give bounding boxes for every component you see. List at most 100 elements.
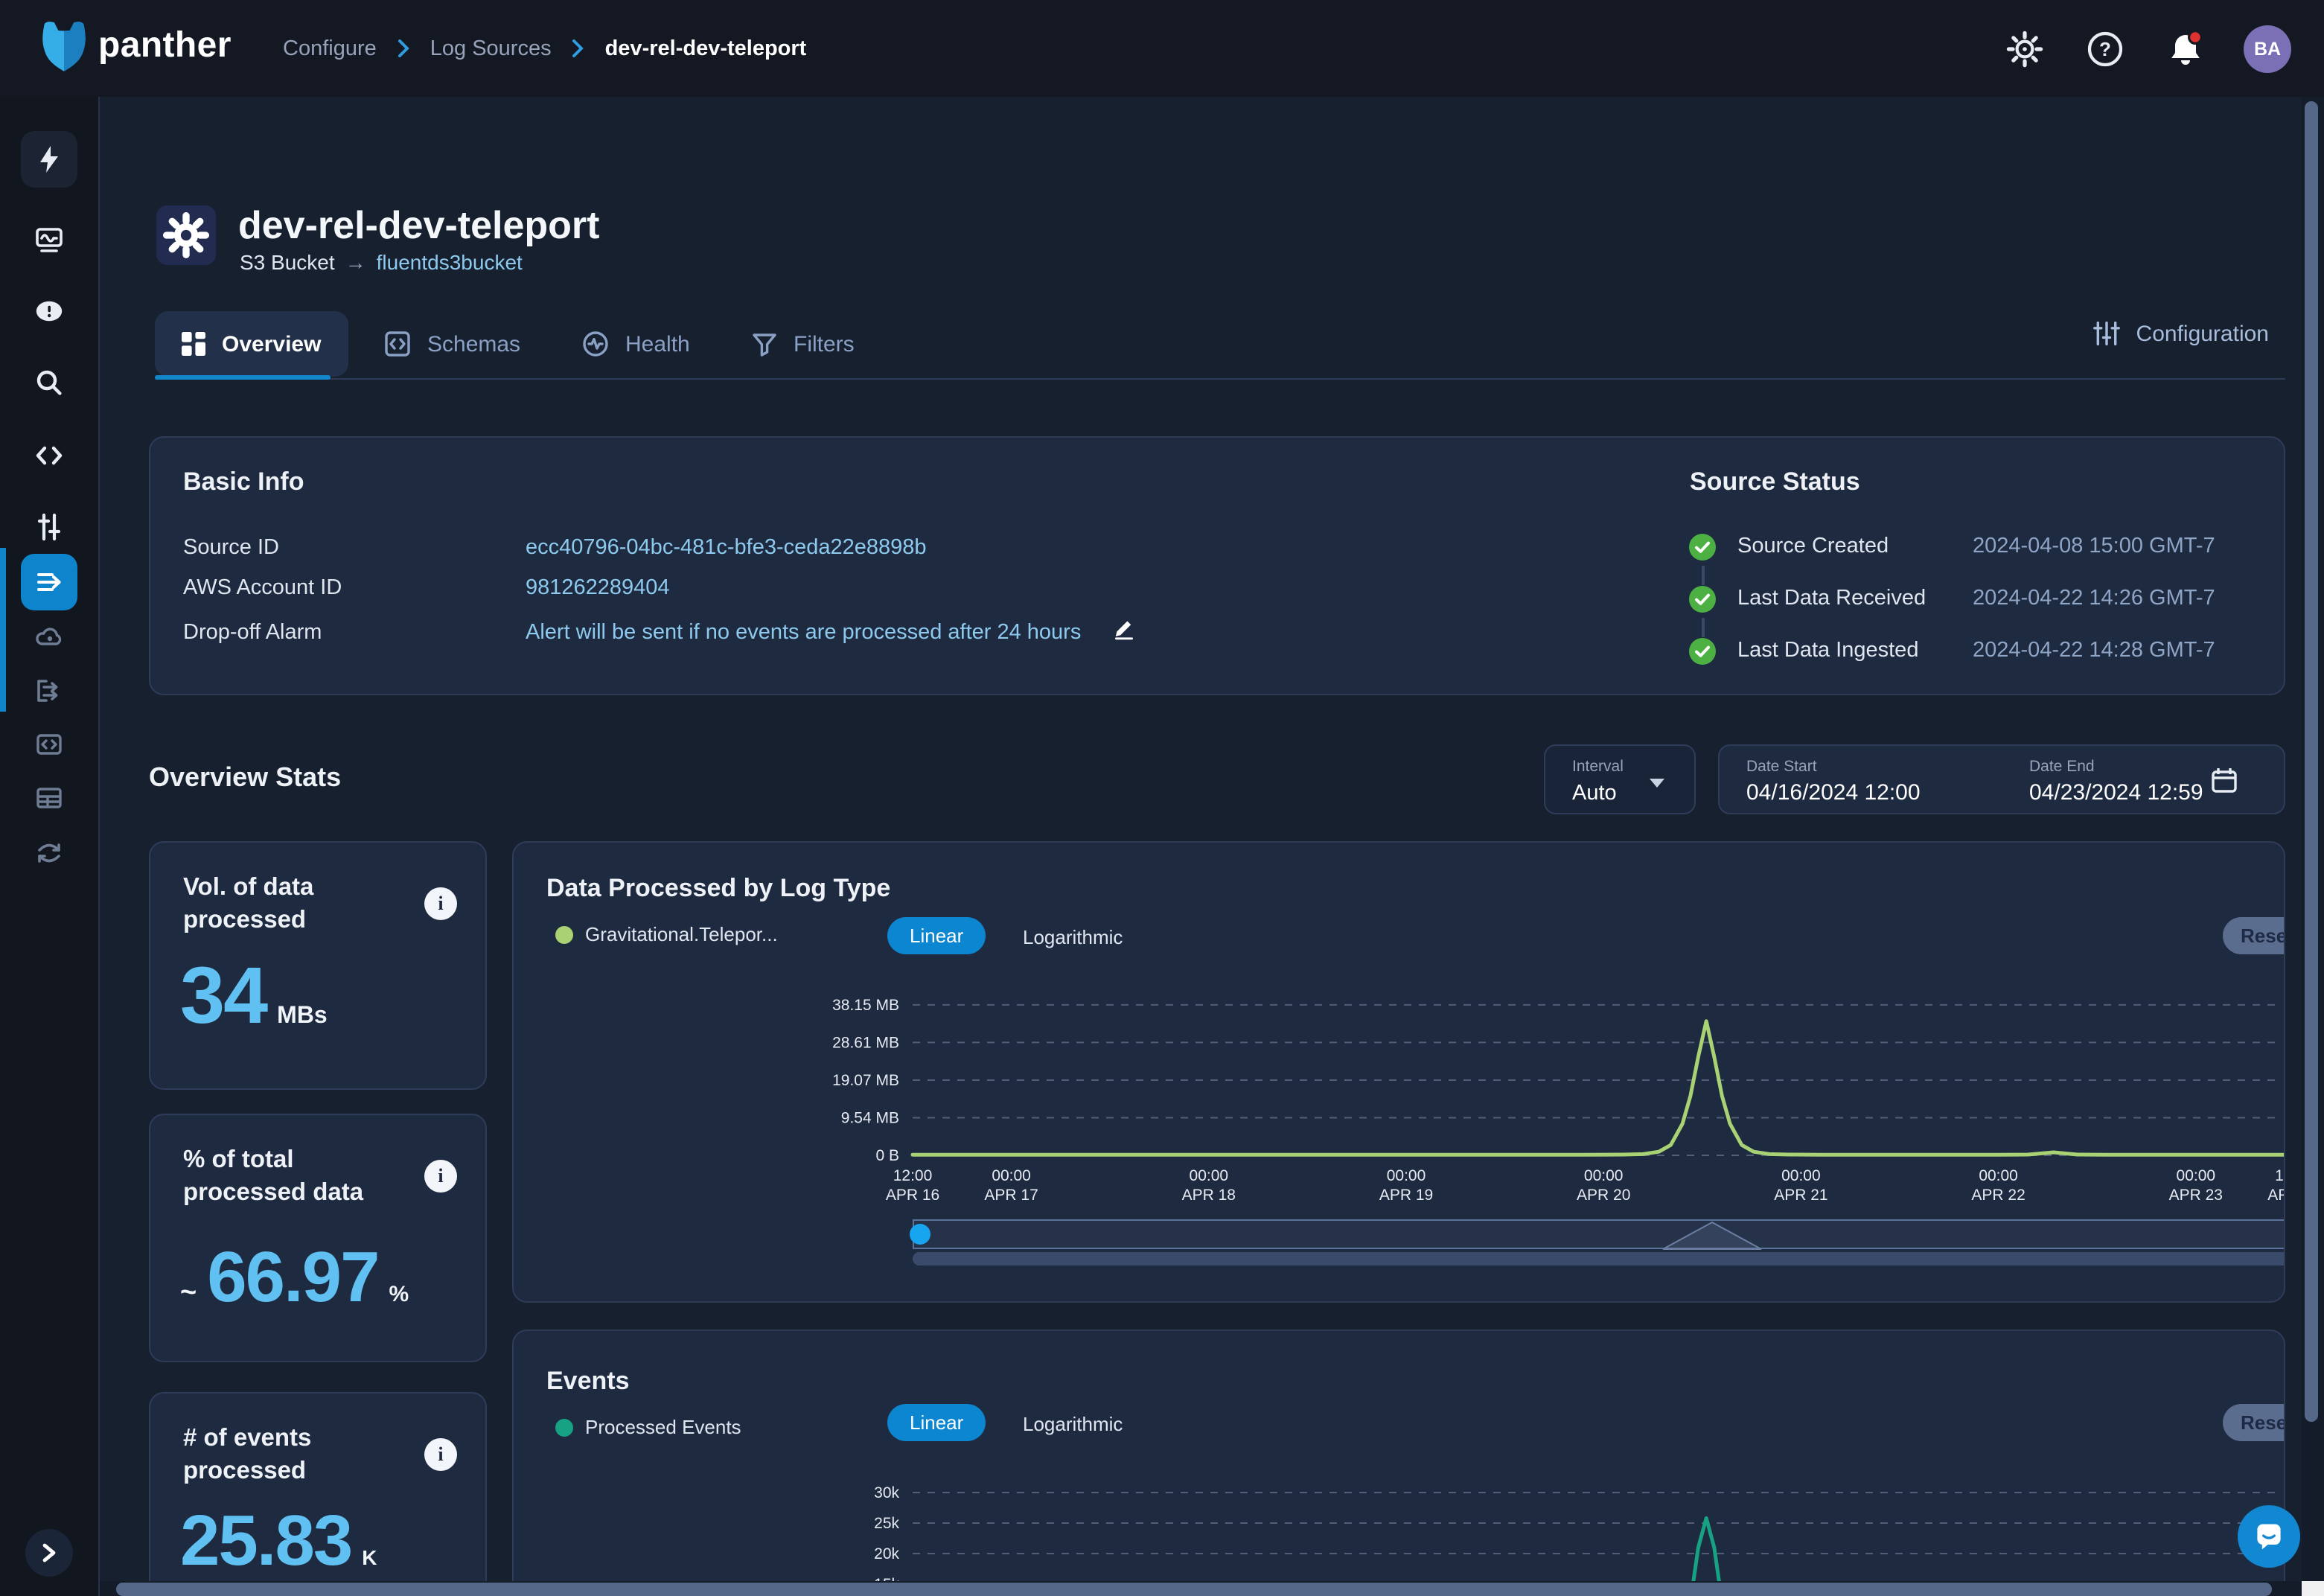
tab-schemas[interactable]: Schemas	[357, 311, 547, 377]
status-row-label: Last Data Received	[1737, 587, 1926, 610]
code-square-icon	[384, 331, 411, 357]
breadcrumb-configure[interactable]: Configure	[283, 36, 377, 60]
date-end-value[interactable]: 04/23/2024 12:59	[2029, 780, 2203, 805]
info-row-label: Drop-off Alarm	[183, 621, 322, 645]
svg-text:00:00: 00:00	[1190, 1167, 1229, 1184]
sidebar-item-sliders[interactable]	[34, 512, 64, 542]
svg-text:APR 21: APR 21	[1774, 1187, 1827, 1204]
svg-text:0 B: 0 B	[875, 1147, 899, 1164]
page-title: dev-rel-dev-teleport	[238, 202, 599, 249]
events-chart: 15k20k25k30k	[514, 1331, 2285, 1596]
sliders-icon	[2093, 320, 2120, 347]
events-chart-panel: Events Processed Events Linear Logarithm…	[512, 1330, 2285, 1596]
data-processed-chart-panel: Data Processed by Log Type Gravitational…	[512, 841, 2285, 1303]
brush-rail[interactable]	[913, 1252, 2285, 1265]
vertical-scrollbar-thumb[interactable]	[2305, 101, 2318, 1422]
tab-filters[interactable]: Filters	[725, 311, 881, 377]
date-start-label: Date Start	[1746, 758, 1817, 776]
source-type-label: S3 Bucket	[240, 250, 335, 274]
sidebar-item-tables[interactable]	[34, 783, 64, 813]
svg-text:00:00: 00:00	[1387, 1167, 1426, 1184]
status-row-label: Source Created	[1737, 534, 1889, 558]
svg-text:APR 20: APR 20	[1577, 1187, 1630, 1204]
svg-text:19.07 MB: 19.07 MB	[832, 1072, 899, 1089]
interval-dropdown[interactable]: Interval Auto	[1544, 744, 1696, 814]
breadcrumb-current: dev-rel-dev-teleport	[605, 36, 807, 60]
brush-handle-left[interactable]	[910, 1224, 930, 1245]
stat-value: ~ 66.97 %	[180, 1237, 409, 1319]
breadcrumb-log-sources[interactable]: Log Sources	[430, 36, 552, 60]
svg-text:APR 19: APR 19	[1379, 1187, 1433, 1204]
sidebar-item-monitor-pulse[interactable]	[34, 225, 64, 255]
svg-text:00:00: 00:00	[1979, 1167, 2018, 1184]
brush-preview	[913, 1219, 2285, 1251]
aws-account-id-value: 981262289404	[526, 576, 670, 600]
tab-label: Filters	[794, 331, 855, 357]
status-connector	[1702, 618, 1705, 637]
sidebar-active-indicator	[0, 548, 6, 712]
sidebar-item-code[interactable]	[34, 441, 64, 470]
stat-card-events: # of events processed i 25.83 K	[149, 1392, 487, 1596]
svg-text:00:00: 00:00	[1584, 1167, 1624, 1184]
sidebar-item-lightning[interactable]	[34, 144, 64, 174]
chevron-right-icon	[572, 39, 584, 58]
sidebar-item-cloud-security[interactable]	[34, 622, 64, 652]
edit-pencil-icon[interactable]	[1112, 616, 1136, 640]
timeline-brush[interactable]	[913, 1219, 2285, 1265]
sidebar-item-schemas[interactable]	[34, 730, 64, 759]
info-icon[interactable]: i	[424, 1438, 457, 1471]
avatar[interactable]: BA	[2244, 25, 2291, 72]
tab-overview[interactable]: Overview	[155, 311, 348, 377]
sidebar-item-search[interactable]	[34, 368, 64, 398]
sidebar	[0, 97, 100, 1596]
configuration-label: Configuration	[2136, 321, 2269, 346]
svg-text:25k: 25k	[874, 1515, 899, 1532]
bucket-link[interactable]: fluentds3bucket	[377, 250, 523, 274]
info-row-label: AWS Account ID	[183, 576, 342, 600]
tab-health[interactable]: Health	[555, 311, 717, 377]
stat-title: Vol. of data processed	[183, 872, 406, 937]
svg-text:00:00: 00:00	[992, 1167, 1031, 1184]
sidebar-expand-button[interactable]	[25, 1529, 73, 1577]
svg-text:?: ?	[2099, 37, 2111, 60]
info-icon[interactable]: i	[424, 1160, 457, 1193]
info-icon[interactable]: i	[424, 887, 457, 920]
source-id-value: ecc40796-04bc-481c-bfe3-ceda22e8898b	[526, 536, 927, 560]
stat-approx: ~	[180, 1277, 197, 1310]
configuration-button[interactable]: Configuration	[2093, 320, 2269, 347]
status-row-value: 2024-04-08 15:00 GMT-7	[1973, 534, 2215, 558]
stat-card-percent: % of total processed data i ~ 66.97 %	[149, 1114, 487, 1362]
horizontal-scrollbar-thumb[interactable]	[116, 1583, 2272, 1596]
svg-text:28.61 MB: 28.61 MB	[832, 1034, 899, 1051]
logo-wordmark: panther	[98, 25, 232, 67]
sidebar-item-pipeline[interactable]	[34, 838, 64, 868]
overview-stats-title: Overview Stats	[149, 762, 341, 794]
stat-title: # of events processed	[183, 1423, 406, 1488]
date-range-picker[interactable]: Date Start 04/16/2024 12:00 Date End 04/…	[1718, 744, 2285, 814]
panther-logo[interactable]: panther	[42, 19, 232, 73]
date-start-value[interactable]: 04/16/2024 12:00	[1746, 780, 1921, 805]
settings-gear-icon[interactable]	[2002, 26, 2047, 71]
svg-text:APR 22: APR 22	[1971, 1187, 2025, 1204]
active-tab-underline	[155, 375, 331, 380]
chevron-down-icon	[1650, 779, 1664, 788]
sidebar-item-log-sources-active[interactable]	[34, 567, 64, 597]
help-icon[interactable]: ?	[2083, 26, 2127, 71]
notifications-bell-icon[interactable]	[2163, 26, 2208, 71]
status-row-value: 2024-04-22 14:26 GMT-7	[1973, 587, 2215, 610]
funnel-icon	[752, 331, 777, 357]
calendar-icon[interactable]	[2211, 767, 2238, 794]
app-window: panther Configure Log Sources dev-rel-de…	[0, 0, 2324, 1596]
source-status-title: Source Status	[1690, 467, 1860, 497]
svg-text:9.54 MB: 9.54 MB	[841, 1109, 899, 1126]
tab-divider	[155, 378, 2285, 380]
stat-unit: %	[389, 1282, 409, 1307]
interval-value: Auto	[1572, 782, 1617, 805]
tab-label: Schemas	[427, 331, 520, 357]
sidebar-item-alerts[interactable]	[34, 296, 64, 326]
status-connector	[1702, 566, 1705, 585]
interval-label: Interval	[1572, 758, 1624, 776]
stat-card-volume: Vol. of data processed i 34 MBs	[149, 841, 487, 1090]
sidebar-item-forwarding[interactable]	[34, 676, 64, 706]
chat-support-button[interactable]	[2238, 1505, 2300, 1568]
